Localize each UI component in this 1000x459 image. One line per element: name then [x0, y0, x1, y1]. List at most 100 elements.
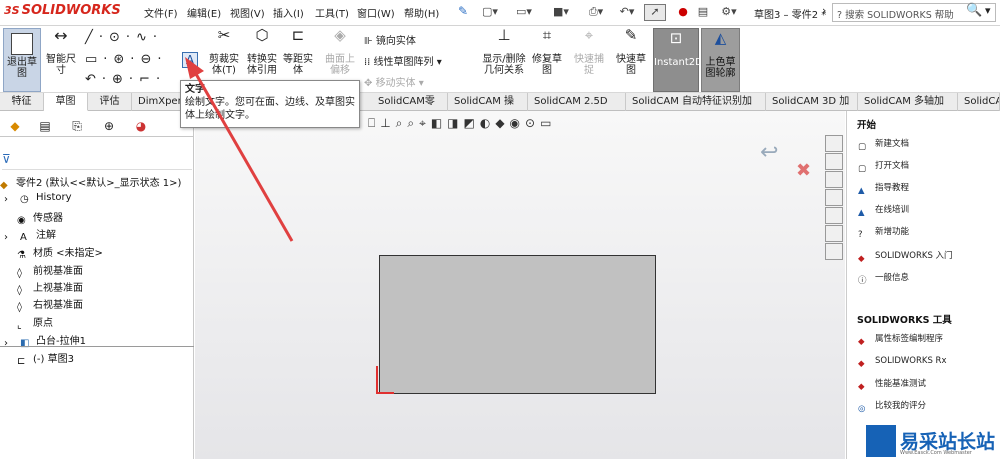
view-palette-icon[interactable]: [825, 189, 843, 206]
file-properties-icon[interactable]: ▤: [696, 4, 710, 21]
save-icon[interactable]: ■▾: [548, 4, 574, 21]
origin-x-axis: [376, 392, 394, 394]
move-entities-button[interactable]: ✥ 移动实体 ▾: [364, 74, 424, 89]
pin-icon[interactable]: ✎: [458, 4, 468, 18]
general-info-link[interactable]: ⓘ 一般信息: [858, 271, 909, 287]
new-document-link[interactable]: ▢ 新建文档: [858, 137, 909, 155]
menu-view[interactable]: 视图(V): [230, 5, 265, 20]
tab-solidcam-part[interactable]: SolidCAM零件: [372, 93, 448, 124]
search-icon[interactable]: 🔍: [966, 3, 982, 18]
linear-pattern-button[interactable]: ⁞⁞ 线性草图阵列 ▾: [364, 53, 442, 68]
shaded-sketch-contours-button[interactable]: ◭ 上色草图轮廓: [701, 28, 740, 92]
tree-item-history[interactable]: › ◷ History: [4, 192, 72, 206]
expand-arrow-icon: ›: [4, 232, 8, 243]
menu-file[interactable]: 文件(F): [144, 5, 178, 20]
graduation-cap-icon: ▲: [858, 208, 865, 218]
trim-icon: ✂: [217, 26, 231, 44]
rebuild-icon[interactable]: ●: [676, 4, 690, 21]
whats-new-link[interactable]: ? 新增功能: [858, 225, 909, 243]
info-icon: ⓘ: [858, 276, 867, 286]
fillet-tool-icon[interactable]: ↶·⊕·⌐·: [85, 72, 166, 87]
tab-solidcam-operations[interactable]: SolidCAM 操作: [448, 93, 528, 124]
appearances-icon[interactable]: [825, 207, 843, 224]
property-tab-builder-link[interactable]: ◆ 属性标签编制程序: [858, 332, 943, 350]
tree-filter[interactable]: ⊽: [2, 152, 192, 170]
dimxpert-manager-icon[interactable]: ⊕: [98, 119, 120, 137]
tree-item-sketch3[interactable]: ⊏ (-) 草图3: [17, 350, 74, 368]
tab-evaluate[interactable]: 评估: [88, 93, 132, 111]
menu-help[interactable]: 帮助(H): [404, 5, 439, 20]
tree-item-right-plane[interactable]: ◊ 右视基准面: [17, 296, 83, 314]
display-manager-icon[interactable]: ◕: [130, 119, 152, 137]
getting-started-link[interactable]: ◆ SOLIDWORKS 入门: [858, 249, 953, 267]
feature-manager-icon[interactable]: ◆: [4, 119, 26, 137]
options-gear-icon[interactable]: ⚙▾: [716, 4, 742, 21]
menu-insert[interactable]: 插入(I): [273, 5, 304, 20]
tab-solidcam-25d[interactable]: SolidCAM 2.5D 加工: [528, 93, 626, 124]
rollback-bar[interactable]: [0, 346, 194, 347]
tree-item-sensors[interactable]: ◉ 传感器: [17, 209, 63, 227]
custom-properties-icon[interactable]: [825, 225, 843, 242]
tree-item-origin[interactable]: ⌞ 原点: [17, 314, 53, 332]
repair-sketch-button[interactable]: ⌗ 修复草图: [530, 28, 564, 77]
select-arrow-icon[interactable]: ➚: [644, 4, 666, 21]
benchmark-link[interactable]: ◆ 性能基准测试: [858, 377, 926, 395]
open-doc-icon[interactable]: ▭▾: [510, 4, 538, 21]
rectangle-tool-icon[interactable]: ▭·⊛·⊖·: [85, 52, 167, 67]
tree-root-part[interactable]: ◆ 零件2 (默认<<默认>_显示状态 1>): [0, 174, 181, 192]
design-library-icon[interactable]: [825, 153, 843, 170]
cancel-corner-icon[interactable]: ✖: [796, 160, 811, 181]
menu-tools[interactable]: 工具(T): [315, 5, 349, 20]
mirror-entities-button[interactable]: ⊪ 镜向实体: [364, 32, 416, 47]
display-delete-relations-button[interactable]: ⊥ 显示/删除几何关系: [480, 28, 528, 77]
tab-solidcam-afrm[interactable]: SolidCAM 自动特征识别加工: [626, 93, 766, 124]
solidworks-logo[interactable]: 3S SOLIDWORKS: [4, 3, 122, 23]
tree-item-front-plane[interactable]: ◊ 前视基准面: [17, 262, 83, 280]
menu-edit[interactable]: 编辑(E): [187, 5, 221, 20]
part-icon: ◆: [0, 180, 8, 191]
rapid-sketch-button[interactable]: ✎ 快速草图: [614, 28, 648, 77]
open-document-link[interactable]: ▢ 打开文档: [858, 159, 909, 177]
tree-item-material[interactable]: ⚗ 材质 <未指定>: [17, 244, 103, 262]
tab-solidcam-more[interactable]: SolidCAM: [958, 93, 1000, 111]
heads-up-view-toolbar[interactable]: ⎕⊥⌕⌕⌖◧◨◩◐◆◉⊙▭: [368, 116, 688, 134]
tab-solidcam-3d[interactable]: SolidCAM 3D 加工: [766, 93, 858, 124]
compare-score-link[interactable]: ◎ 比较我的评分: [858, 399, 926, 417]
instant2d-button[interactable]: ⊡ Instant2D: [653, 28, 703, 92]
open-icon: ▢: [858, 164, 867, 174]
tab-dimxpert[interactable]: DimXpert: [132, 93, 186, 111]
origin-y-axis: [376, 366, 378, 394]
new-doc-icon[interactable]: ▢▾: [478, 4, 502, 21]
quick-snaps-button[interactable]: ⌖ 快速捕捉: [572, 28, 606, 77]
file-explorer-icon[interactable]: [825, 171, 843, 188]
expand-arrow-icon: ›: [4, 194, 8, 205]
instant2d-icon: ⊡: [669, 29, 683, 47]
watermark-logo: [866, 425, 896, 457]
offset-on-surface-button[interactable]: ◈ 曲面上偏移: [322, 28, 358, 77]
tab-features[interactable]: 特征: [0, 93, 44, 111]
tree-item-boss-extrude[interactable]: › ◧ 凸台-拉伸1: [4, 332, 86, 350]
tab-sketch[interactable]: 草图: [44, 93, 88, 111]
configuration-manager-icon[interactable]: ⎘: [66, 119, 88, 137]
tab-solidcam-multiaxis[interactable]: SolidCAM 多轴加工: [858, 93, 958, 124]
online-training-link[interactable]: ▲ 在线培训: [858, 203, 909, 221]
undo-icon[interactable]: ↶▾: [614, 4, 640, 21]
line-tool-icon[interactable]: ╱·⊙·∿·: [85, 30, 163, 45]
property-manager-icon[interactable]: ▤: [34, 119, 56, 137]
menu-window[interactable]: 窗口(W): [357, 5, 395, 20]
smart-dimension-icon: ↔: [54, 26, 68, 45]
exit-sketch-button[interactable]: 退出草图: [3, 28, 41, 92]
confirm-corner-icon[interactable]: ↩: [760, 140, 800, 170]
solidworks-rx-link[interactable]: ◆ SOLIDWORKS Rx: [858, 356, 946, 372]
tree-item-top-plane[interactable]: ◊ 上视基准面: [17, 279, 83, 297]
forum-icon[interactable]: [825, 243, 843, 260]
search-dropdown-icon[interactable]: ▾: [985, 4, 991, 17]
tutorials-link[interactable]: ▲ 指导教程: [858, 181, 909, 199]
sketch-rectangle[interactable]: [379, 255, 656, 394]
tree-item-annotations[interactable]: › A 注解: [4, 226, 56, 244]
chevron-icon[interactable]: ›: [822, 4, 826, 17]
home-icon[interactable]: [825, 135, 843, 152]
smart-dimension-button[interactable]: ↔ 智能尺寸: [43, 26, 79, 77]
task-pane-tabs: [824, 134, 846, 269]
print-icon[interactable]: ⎙▾: [582, 4, 610, 21]
